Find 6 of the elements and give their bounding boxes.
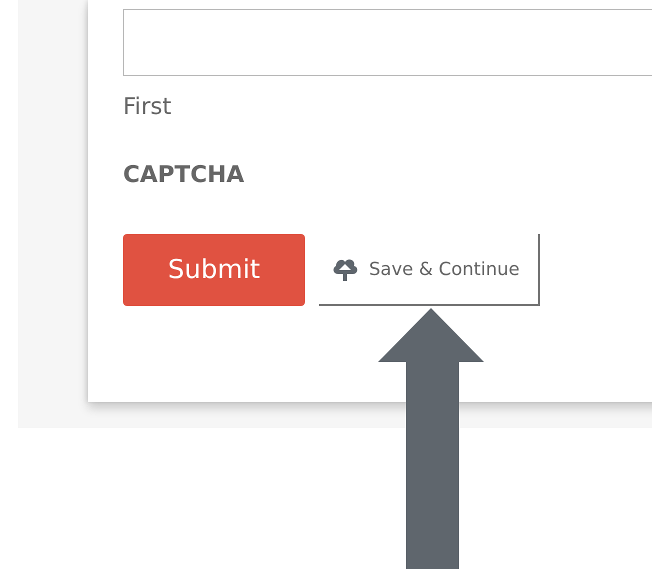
submit-button[interactable]: Submit — [123, 234, 305, 306]
field-sublabel: First — [123, 93, 172, 122]
arrow-icon — [378, 308, 484, 569]
save-continue-button[interactable]: Save & Continue — [319, 234, 540, 306]
captcha-label: CAPTCHA — [123, 161, 246, 190]
input-field[interactable] — [123, 9, 652, 76]
